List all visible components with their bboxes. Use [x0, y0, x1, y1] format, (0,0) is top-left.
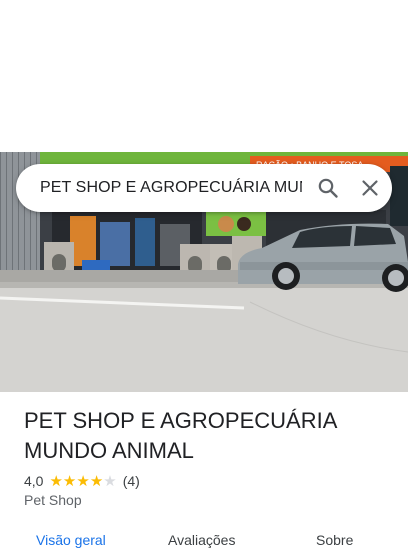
review-count[interactable]: (4) — [123, 473, 140, 489]
place-category[interactable]: Pet Shop — [24, 492, 82, 508]
rating-stars: ★ ★ ★ ★ ★ — [49, 474, 116, 489]
star-filled-icon: ★ — [89, 472, 104, 490]
tab-overview[interactable]: Visão geral — [36, 532, 106, 548]
close-icon[interactable] — [358, 176, 382, 200]
tab-reviews[interactable]: Avaliações — [168, 532, 235, 548]
star-filled-icon: ★ — [76, 472, 90, 490]
tab-about[interactable]: Sobre — [316, 532, 353, 548]
rating-value: 4,0 — [24, 473, 44, 489]
map-top-area — [0, 0, 408, 152]
place-tabs: Visão geral Avaliações Sobre — [0, 528, 408, 552]
star-filled-icon: ★ — [62, 472, 77, 490]
search-input[interactable]: PET SHOP E AGROPECUÁRIA MUNDO ANIMAL — [40, 164, 302, 212]
search-icon[interactable] — [316, 176, 340, 200]
place-title: PET SHOP E AGROPECUÁRIA MUNDO ANIMAL — [24, 408, 337, 463]
star-filled-icon: ★ — [49, 472, 63, 490]
rating-row[interactable]: 4,0 ★ ★ ★ ★ ★ (4) — [24, 471, 140, 491]
star-empty-icon: ★ — [103, 472, 117, 490]
search-bar[interactable]: PET SHOP E AGROPECUÁRIA MUNDO ANIMAL — [16, 164, 392, 212]
